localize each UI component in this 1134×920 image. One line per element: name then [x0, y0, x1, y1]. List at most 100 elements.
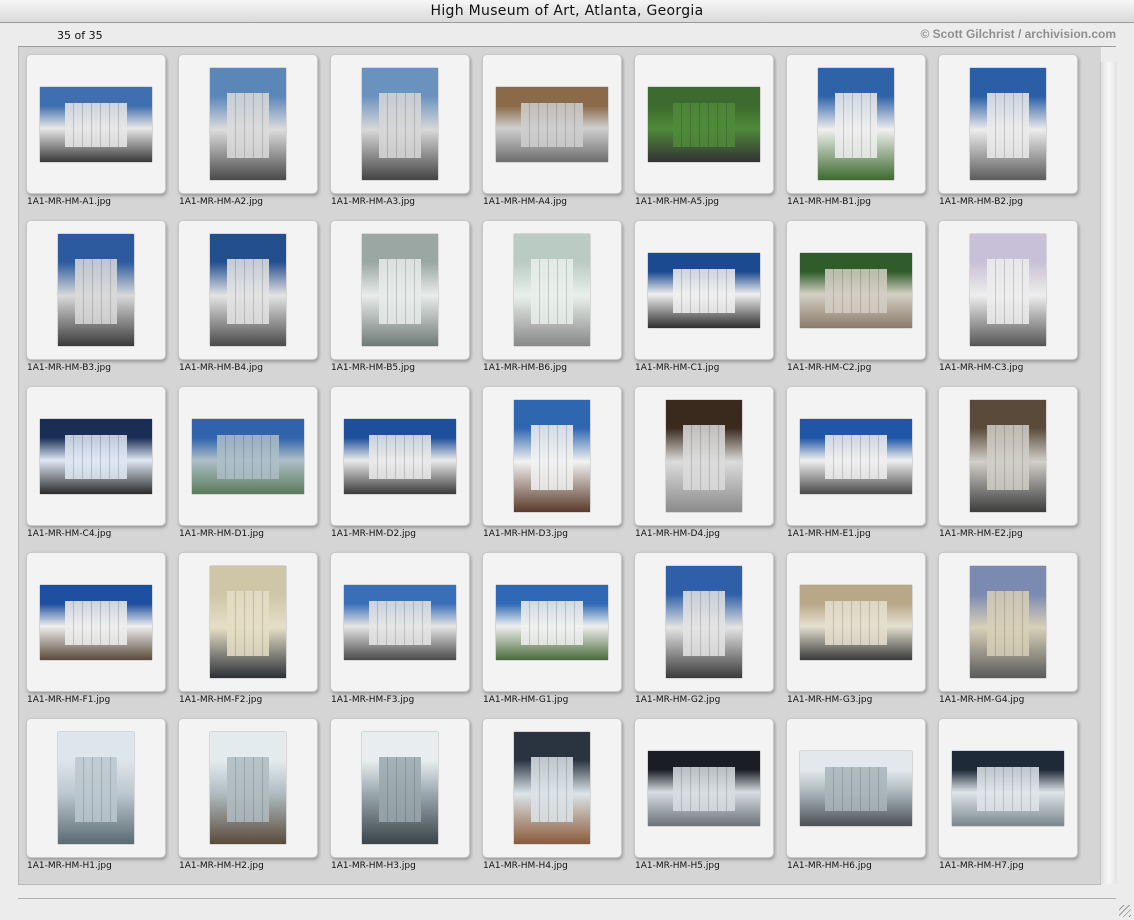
slide-frame[interactable] — [26, 552, 166, 692]
photo-thumbnail[interactable] — [344, 418, 456, 494]
slide-frame[interactable] — [786, 552, 926, 692]
photo-thumbnail[interactable] — [800, 584, 912, 660]
slide-frame[interactable] — [786, 220, 926, 360]
photo-thumbnail[interactable] — [496, 584, 608, 660]
thumbnail-cell[interactable]: 1A1-MR-HM-H7.jpg — [932, 712, 1078, 872]
photo-thumbnail[interactable] — [666, 566, 742, 678]
slide-frame[interactable] — [482, 552, 622, 692]
slide-frame[interactable] — [178, 220, 318, 360]
thumbnail-cell[interactable]: 1A1-MR-HM-F3.jpg — [324, 546, 470, 706]
thumbnail-cell[interactable]: 1A1-MR-HM-B1.jpg — [780, 48, 926, 208]
photo-thumbnail[interactable] — [970, 566, 1046, 678]
thumbnail-cell[interactable]: 1A1-MR-HM-C1.jpg — [628, 214, 774, 374]
thumbnail-cell[interactable]: 1A1-MR-HM-A4.jpg — [476, 48, 622, 208]
thumbnail-cell[interactable]: 1A1-MR-HM-F2.jpg — [172, 546, 318, 706]
thumbnail-cell[interactable]: 1A1-MR-HM-B6.jpg — [476, 214, 622, 374]
thumbnail-cell[interactable]: 1A1-MR-HM-C2.jpg — [780, 214, 926, 374]
slide-frame[interactable] — [634, 220, 774, 360]
resize-grip-icon[interactable] — [1119, 905, 1131, 917]
thumbnail-cell[interactable]: 1A1-MR-HM-D2.jpg — [324, 380, 470, 540]
slide-frame[interactable] — [482, 386, 622, 526]
photo-thumbnail[interactable] — [496, 86, 608, 162]
slide-frame[interactable] — [938, 552, 1078, 692]
thumbnail-cell[interactable]: 1A1-MR-HM-G1.jpg — [476, 546, 622, 706]
slide-frame[interactable] — [330, 54, 470, 194]
photo-thumbnail[interactable] — [362, 732, 438, 844]
thumbnail-cell[interactable]: 1A1-MR-HM-D3.jpg — [476, 380, 622, 540]
thumbnail-cell[interactable]: 1A1-MR-HM-G2.jpg — [628, 546, 774, 706]
slide-frame[interactable] — [634, 386, 774, 526]
slide-frame[interactable] — [938, 718, 1078, 858]
thumbnail-cell[interactable]: 1A1-MR-HM-H4.jpg — [476, 712, 622, 872]
photo-thumbnail[interactable] — [514, 400, 590, 512]
thumbnail-cell[interactable]: 1A1-MR-HM-H5.jpg — [628, 712, 774, 872]
photo-thumbnail[interactable] — [210, 234, 286, 346]
thumbnail-cell[interactable]: 1A1-MR-HM-A1.jpg — [20, 48, 166, 208]
slide-frame[interactable] — [634, 54, 774, 194]
thumbnail-cell[interactable]: 1A1-MR-HM-C3.jpg — [932, 214, 1078, 374]
photo-thumbnail[interactable] — [648, 750, 760, 826]
slide-frame[interactable] — [330, 718, 470, 858]
photo-thumbnail[interactable] — [800, 252, 912, 328]
photo-thumbnail[interactable] — [210, 732, 286, 844]
thumbnail-cell[interactable]: 1A1-MR-HM-C4.jpg — [20, 380, 166, 540]
photo-thumbnail[interactable] — [666, 400, 742, 512]
thumbnail-cell[interactable]: 1A1-MR-HM-A3.jpg — [324, 48, 470, 208]
slide-frame[interactable] — [786, 54, 926, 194]
photo-thumbnail[interactable] — [648, 86, 760, 162]
thumbnail-cell[interactable]: 1A1-MR-HM-B3.jpg — [20, 214, 166, 374]
thumbnail-cell[interactable]: 1A1-MR-HM-A5.jpg — [628, 48, 774, 208]
slide-frame[interactable] — [178, 718, 318, 858]
photo-thumbnail[interactable] — [210, 566, 286, 678]
thumbnail-cell[interactable]: 1A1-MR-HM-H3.jpg — [324, 712, 470, 872]
thumbnail-cell[interactable]: 1A1-MR-HM-B5.jpg — [324, 214, 470, 374]
slide-frame[interactable] — [178, 386, 318, 526]
slide-frame[interactable] — [634, 552, 774, 692]
slide-frame[interactable] — [938, 220, 1078, 360]
slide-frame[interactable] — [482, 54, 622, 194]
slide-frame[interactable] — [482, 220, 622, 360]
photo-thumbnail[interactable] — [514, 234, 590, 346]
photo-thumbnail[interactable] — [800, 418, 912, 494]
slide-frame[interactable] — [330, 552, 470, 692]
thumbnail-cell[interactable]: 1A1-MR-HM-G3.jpg — [780, 546, 926, 706]
photo-thumbnail[interactable] — [970, 234, 1046, 346]
slide-frame[interactable] — [330, 220, 470, 360]
photo-thumbnail[interactable] — [800, 750, 912, 826]
thumbnail-cell[interactable]: 1A1-MR-HM-D1.jpg — [172, 380, 318, 540]
slide-frame[interactable] — [26, 54, 166, 194]
photo-thumbnail[interactable] — [362, 68, 438, 180]
photo-thumbnail[interactable] — [970, 400, 1046, 512]
slide-frame[interactable] — [938, 54, 1078, 194]
slide-frame[interactable] — [482, 718, 622, 858]
photo-thumbnail[interactable] — [648, 252, 760, 328]
photo-thumbnail[interactable] — [952, 750, 1064, 826]
photo-thumbnail[interactable] — [40, 584, 152, 660]
thumbnail-cell[interactable]: 1A1-MR-HM-B4.jpg — [172, 214, 318, 374]
slide-frame[interactable] — [26, 220, 166, 360]
slide-frame[interactable] — [26, 386, 166, 526]
photo-thumbnail[interactable] — [58, 732, 134, 844]
thumbnail-cell[interactable]: 1A1-MR-HM-H1.jpg — [20, 712, 166, 872]
thumbnail-cell[interactable]: 1A1-MR-HM-H2.jpg — [172, 712, 318, 872]
thumbnail-cell[interactable]: 1A1-MR-HM-E1.jpg — [780, 380, 926, 540]
photo-thumbnail[interactable] — [58, 234, 134, 346]
slide-frame[interactable] — [786, 718, 926, 858]
photo-thumbnail[interactable] — [210, 68, 286, 180]
thumbnail-cell[interactable]: 1A1-MR-HM-A2.jpg — [172, 48, 318, 208]
photo-thumbnail[interactable] — [970, 68, 1046, 180]
thumbnail-cell[interactable]: 1A1-MR-HM-D4.jpg — [628, 380, 774, 540]
vertical-scrollbar[interactable] — [1100, 62, 1117, 884]
photo-thumbnail[interactable] — [192, 418, 304, 494]
photo-thumbnail[interactable] — [344, 584, 456, 660]
photo-thumbnail[interactable] — [514, 732, 590, 844]
photo-thumbnail[interactable] — [40, 86, 152, 162]
thumbnail-cell[interactable]: 1A1-MR-HM-G4.jpg — [932, 546, 1078, 706]
photo-thumbnail[interactable] — [818, 68, 894, 180]
thumbnail-cell[interactable]: 1A1-MR-HM-E2.jpg — [932, 380, 1078, 540]
slide-frame[interactable] — [178, 54, 318, 194]
slide-frame[interactable] — [634, 718, 774, 858]
thumbnail-cell[interactable]: 1A1-MR-HM-H6.jpg — [780, 712, 926, 872]
slide-frame[interactable] — [330, 386, 470, 526]
thumbnail-cell[interactable]: 1A1-MR-HM-F1.jpg — [20, 546, 166, 706]
